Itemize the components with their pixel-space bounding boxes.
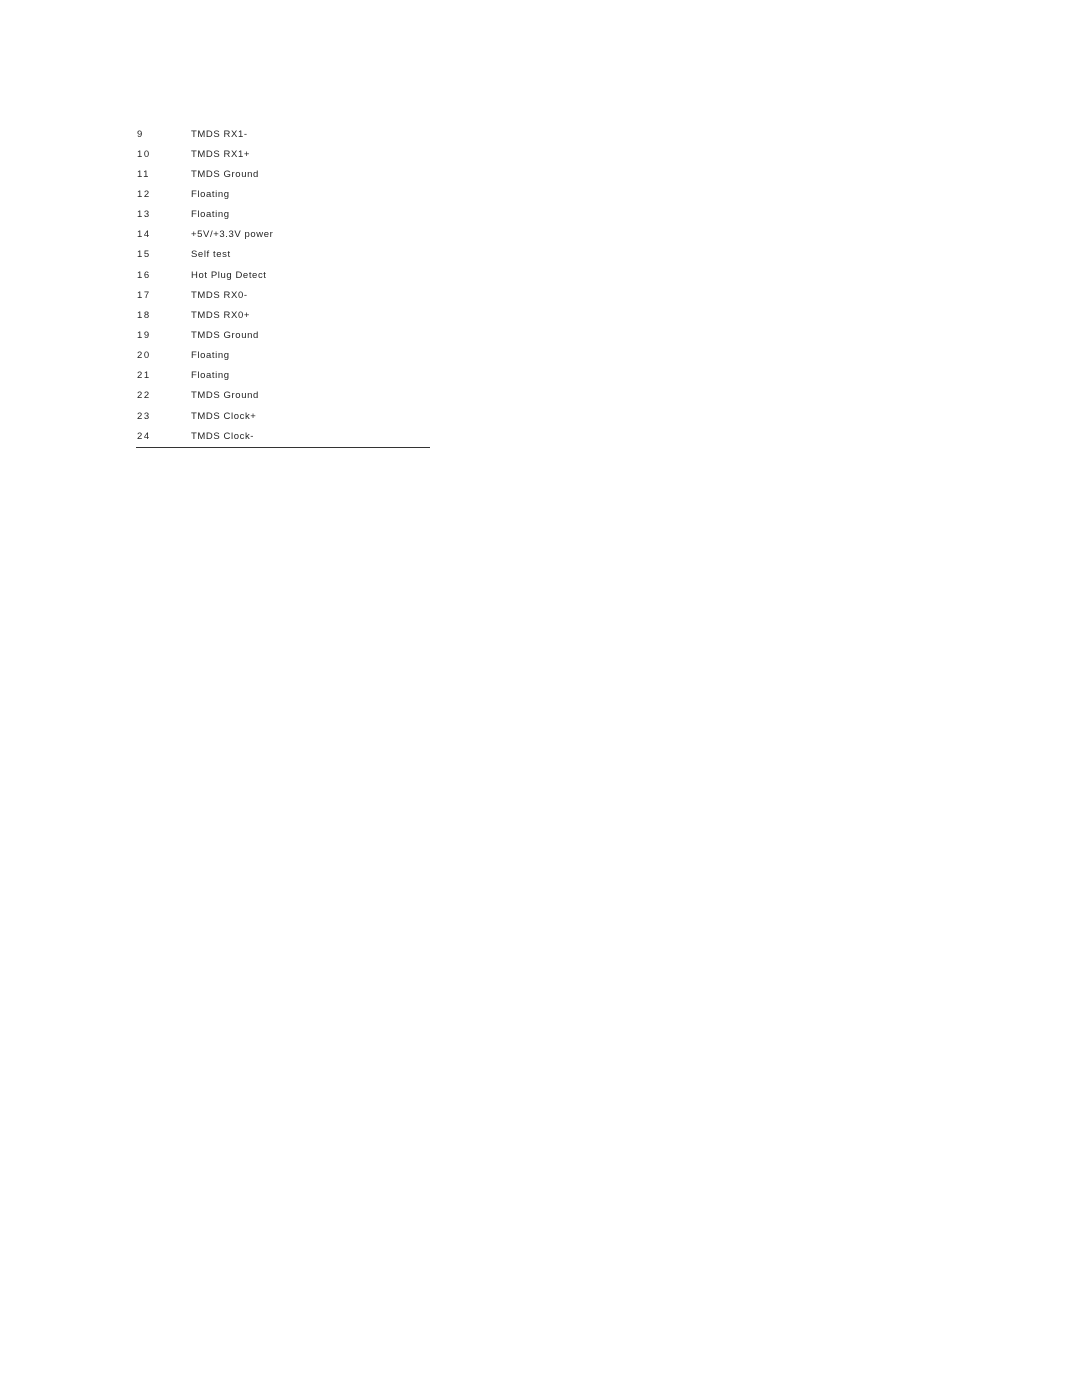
pin-number: 22 — [137, 390, 151, 402]
pin-signal: Floating — [191, 188, 230, 200]
table-row: 24 TMDS Clock- — [136, 426, 430, 446]
table-row: 19 TMDS Ground — [136, 325, 430, 345]
pin-signal: +5V/+3.3V power — [191, 229, 274, 241]
pin-number: 19 — [137, 329, 151, 341]
pin-signal: Hot Plug Detect — [191, 269, 267, 281]
table-row: 12 Floating — [136, 184, 430, 204]
pin-number: 18 — [137, 309, 151, 321]
table-row: 21 Floating — [136, 366, 430, 386]
pin-number: 24 — [137, 430, 151, 442]
pin-signal: TMDS Ground — [191, 329, 259, 341]
pin-signal: TMDS RX0+ — [191, 309, 250, 321]
pin-signal: Floating — [191, 350, 230, 362]
pin-number: 9 — [137, 128, 144, 140]
pin-number: 11 — [137, 168, 151, 180]
pin-signal: TMDS RX1+ — [191, 148, 250, 160]
pin-number: 13 — [137, 209, 151, 221]
table-row: 17 TMDS RX0- — [136, 285, 430, 305]
pin-signal: TMDS Ground — [191, 168, 259, 180]
pin-signal: TMDS Clock+ — [191, 410, 257, 422]
table-row: 16 Hot Plug Detect — [136, 265, 430, 285]
pin-number: 17 — [137, 289, 151, 301]
pin-signal: TMDS Ground — [191, 390, 259, 402]
pin-signal: TMDS RX0- — [191, 289, 248, 301]
pin-number: 23 — [137, 410, 151, 422]
pin-signal: Floating — [191, 370, 230, 382]
table-row: 14 +5V/+3.3V power — [136, 225, 430, 245]
pin-signal: Self test — [191, 249, 231, 261]
pin-number: 12 — [137, 188, 151, 200]
pin-number: 10 — [137, 148, 151, 160]
table-bottom-rule — [136, 447, 430, 448]
pin-signal: TMDS Clock- — [191, 430, 255, 442]
table-row: 11 TMDS Ground — [136, 164, 430, 184]
table-row: 9 TMDS RX1- — [136, 124, 430, 144]
table-row: 22 TMDS Ground — [136, 386, 430, 406]
pin-number: 20 — [137, 350, 151, 362]
table-row: 23 TMDS Clock+ — [136, 406, 430, 426]
pin-signal: Floating — [191, 209, 230, 221]
pin-number: 14 — [137, 229, 151, 241]
table-row: 13 Floating — [136, 205, 430, 225]
table-row: 10 TMDS RX1+ — [136, 144, 430, 164]
table-row: 20 Floating — [136, 346, 430, 366]
pin-number: 15 — [137, 249, 151, 261]
table-row: 15 Self test — [136, 245, 430, 265]
pin-number: 16 — [137, 269, 151, 281]
pin-signal: TMDS RX1- — [191, 128, 248, 140]
table-row: 18 TMDS RX0+ — [136, 305, 430, 325]
pin-assignment-table: 9 TMDS RX1- 10 TMDS RX1+ 11 TMDS Ground … — [136, 124, 430, 446]
pin-number: 21 — [137, 370, 151, 382]
